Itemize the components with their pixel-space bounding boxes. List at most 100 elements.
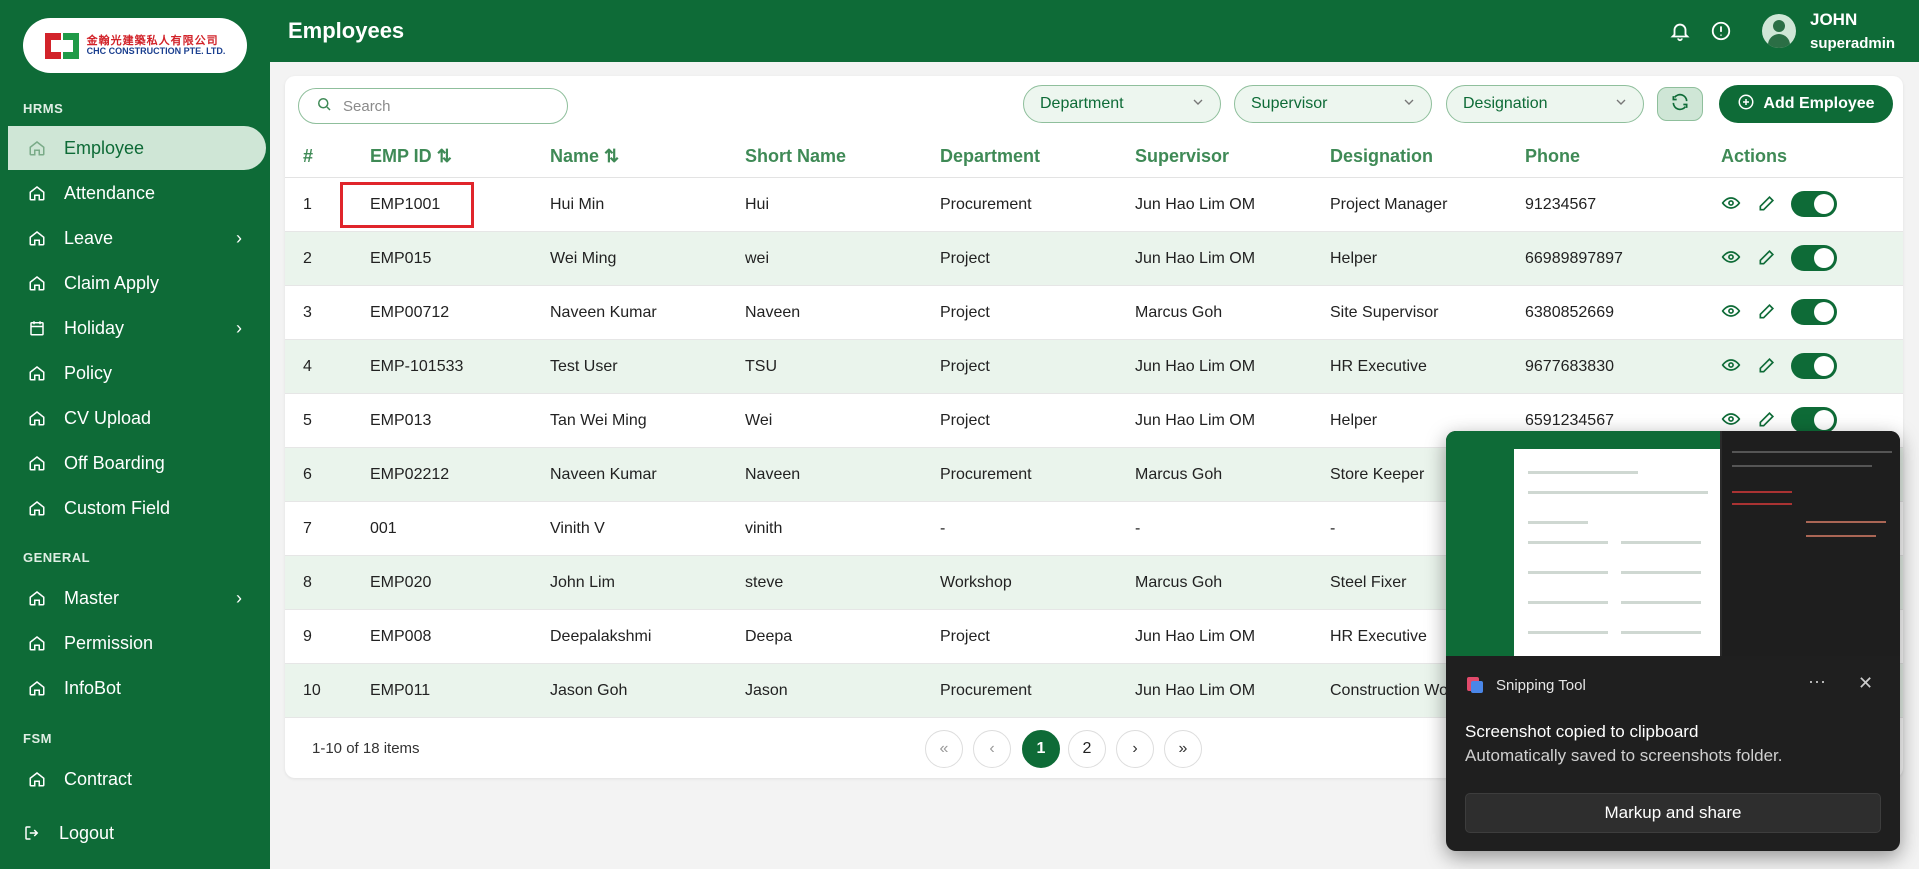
home-icon bbox=[28, 139, 46, 157]
edit-pencil-icon[interactable] bbox=[1757, 409, 1777, 429]
page-button-2[interactable]: 2 bbox=[1068, 730, 1106, 768]
cell-desig: Store Keeper bbox=[1330, 466, 1425, 483]
cell-short: steve bbox=[745, 574, 784, 591]
cell-n: 8 bbox=[303, 574, 312, 591]
view-eye-icon[interactable] bbox=[1721, 247, 1741, 267]
sidebar-item-label: Attendance bbox=[64, 182, 156, 203]
edit-pencil-icon[interactable] bbox=[1757, 193, 1777, 213]
view-eye-icon[interactable] bbox=[1721, 301, 1741, 321]
home-icon bbox=[28, 589, 46, 607]
sidebar-item-label: Holiday bbox=[64, 317, 125, 338]
page-title: Employees bbox=[288, 18, 405, 43]
status-toggle[interactable] bbox=[1791, 299, 1837, 325]
table-row[interactable]: 4 EMP-101533 Test User TSU Project Jun Hao Li… bbox=[285, 340, 1903, 394]
cell-n: 1 bbox=[303, 196, 312, 213]
cell-n: 6 bbox=[303, 466, 312, 483]
cell-dept: Project bbox=[940, 412, 990, 429]
prev-page-button[interactable]: ‹ bbox=[973, 730, 1011, 768]
cell-short: vinith bbox=[745, 520, 783, 537]
sidebar-item-master[interactable]: Master › bbox=[8, 576, 266, 620]
info-alert-icon[interactable] bbox=[1710, 20, 1732, 42]
avatar[interactable] bbox=[1762, 14, 1796, 48]
sidebar-item-logout[interactable]: Logout bbox=[8, 811, 266, 855]
column-header: Short Name bbox=[745, 146, 847, 166]
bell-icon[interactable] bbox=[1669, 20, 1691, 42]
status-toggle[interactable] bbox=[1791, 191, 1837, 217]
cell-phone: 91234567 bbox=[1525, 196, 1597, 213]
search-input[interactable] bbox=[343, 97, 543, 115]
sidebar-item-contract[interactable]: Contract bbox=[8, 757, 266, 801]
cell-dept: Procurement bbox=[940, 196, 1032, 213]
more-options-icon[interactable]: ··· bbox=[1808, 671, 1826, 692]
sidebar-item-cv-upload[interactable]: CV Upload bbox=[8, 396, 266, 440]
chevron-down-icon bbox=[1401, 94, 1417, 115]
sidebar-item-employee[interactable]: Employee bbox=[8, 126, 266, 170]
add-employee-label: Add Employee bbox=[1763, 95, 1875, 112]
logout-icon bbox=[23, 824, 41, 842]
sidebar-item-permission[interactable]: Permission bbox=[8, 621, 266, 665]
search-box[interactable] bbox=[298, 88, 568, 124]
pagination-info: 1-10 of 18 items bbox=[312, 740, 420, 757]
cell-id: EMP013 bbox=[370, 412, 432, 429]
cell-name: Test User bbox=[550, 358, 618, 375]
home-icon bbox=[28, 184, 46, 202]
snipping-tool-notification[interactable]: Snipping Tool ··· ✕ Screenshot copied to… bbox=[1446, 431, 1900, 851]
cell-short: Naveen bbox=[745, 466, 801, 483]
home-icon bbox=[28, 634, 46, 652]
sidebar-item-leave[interactable]: Leave › bbox=[8, 216, 266, 260]
cell-name: Vinith V bbox=[550, 520, 605, 537]
cell-n: 3 bbox=[303, 304, 312, 321]
next-page-button[interactable]: › bbox=[1116, 730, 1154, 768]
company-logo[interactable]: 金翰光建築私人有限公司 CHC CONSTRUCTION PTE. LTD. bbox=[23, 18, 247, 73]
department-filter[interactable]: Department bbox=[1023, 85, 1221, 123]
home-icon bbox=[28, 229, 46, 247]
table-row[interactable]: 1 EMP1001 Hui Min Hui Procurement Jun Hao Lim… bbox=[285, 178, 1903, 232]
table-row[interactable]: 2 EMP015 Wei Ming wei Project Jun Hao Lim OM H… bbox=[285, 232, 1903, 286]
view-eye-icon[interactable] bbox=[1721, 193, 1741, 213]
edit-pencil-icon[interactable] bbox=[1757, 247, 1777, 267]
markup-and-share-button[interactable]: Markup and share bbox=[1465, 793, 1881, 833]
view-eye-icon[interactable] bbox=[1721, 355, 1741, 375]
last-page-button[interactable]: » bbox=[1164, 730, 1202, 768]
sidebar-item-attendance[interactable]: Attendance bbox=[8, 171, 266, 215]
cell-short: Jason bbox=[745, 682, 788, 699]
sidebar-item-policy[interactable]: Policy bbox=[8, 351, 266, 395]
cell-sup: Marcus Goh bbox=[1135, 466, 1223, 483]
column-header: Department bbox=[940, 146, 1041, 166]
close-icon[interactable]: ✕ bbox=[1858, 673, 1873, 694]
cell-n: 2 bbox=[303, 250, 312, 267]
cell-name: Jason Goh bbox=[550, 682, 628, 699]
edit-pencil-icon[interactable] bbox=[1757, 355, 1777, 375]
sidebar-item-off-boarding[interactable]: Off Boarding bbox=[8, 441, 266, 485]
first-page-button[interactable]: « bbox=[925, 730, 963, 768]
sidebar-item-infobot[interactable]: InfoBot bbox=[8, 666, 266, 710]
sidebar-item-label: Leave bbox=[64, 227, 114, 248]
chevron-down-icon bbox=[1190, 94, 1206, 115]
column-header-emp-id[interactable]: EMP ID ⇅ bbox=[370, 146, 452, 167]
add-employee-button[interactable]: Add Employee bbox=[1719, 85, 1893, 123]
sidebar-item-holiday[interactable]: Holiday › bbox=[8, 306, 266, 350]
column-header-name[interactable]: Name ⇅ bbox=[550, 146, 619, 167]
designation-filter[interactable]: Designation bbox=[1446, 85, 1644, 123]
status-toggle[interactable] bbox=[1791, 407, 1837, 433]
sidebar-item-claim-apply[interactable]: Claim Apply bbox=[8, 261, 266, 305]
refresh-button[interactable] bbox=[1657, 87, 1703, 121]
status-toggle[interactable] bbox=[1791, 245, 1837, 271]
status-toggle[interactable] bbox=[1791, 353, 1837, 379]
cell-short: wei bbox=[745, 250, 770, 267]
cell-dept: Procurement bbox=[940, 682, 1032, 699]
view-eye-icon[interactable] bbox=[1721, 409, 1741, 429]
supervisor-filter[interactable]: Supervisor bbox=[1234, 85, 1432, 123]
edit-pencil-icon[interactable] bbox=[1757, 301, 1777, 321]
cell-dept: Project bbox=[940, 250, 990, 267]
home-icon bbox=[28, 770, 46, 788]
filter-label: Department bbox=[1040, 95, 1124, 112]
sidebar-item-custom-field[interactable]: Custom Field bbox=[8, 486, 266, 530]
cell-phone: 9677683830 bbox=[1525, 358, 1614, 375]
cell-short: Hui bbox=[745, 196, 770, 213]
page-button-1[interactable]: 1 bbox=[1022, 730, 1060, 768]
table-row[interactable]: 3 EMP00712 Naveen Kumar Naveen Project Marcus… bbox=[285, 286, 1903, 340]
screenshot-thumbnail[interactable] bbox=[1446, 431, 1900, 656]
sidebar-item-label: Policy bbox=[64, 362, 113, 383]
cell-id: EMP-101533 bbox=[370, 358, 464, 375]
